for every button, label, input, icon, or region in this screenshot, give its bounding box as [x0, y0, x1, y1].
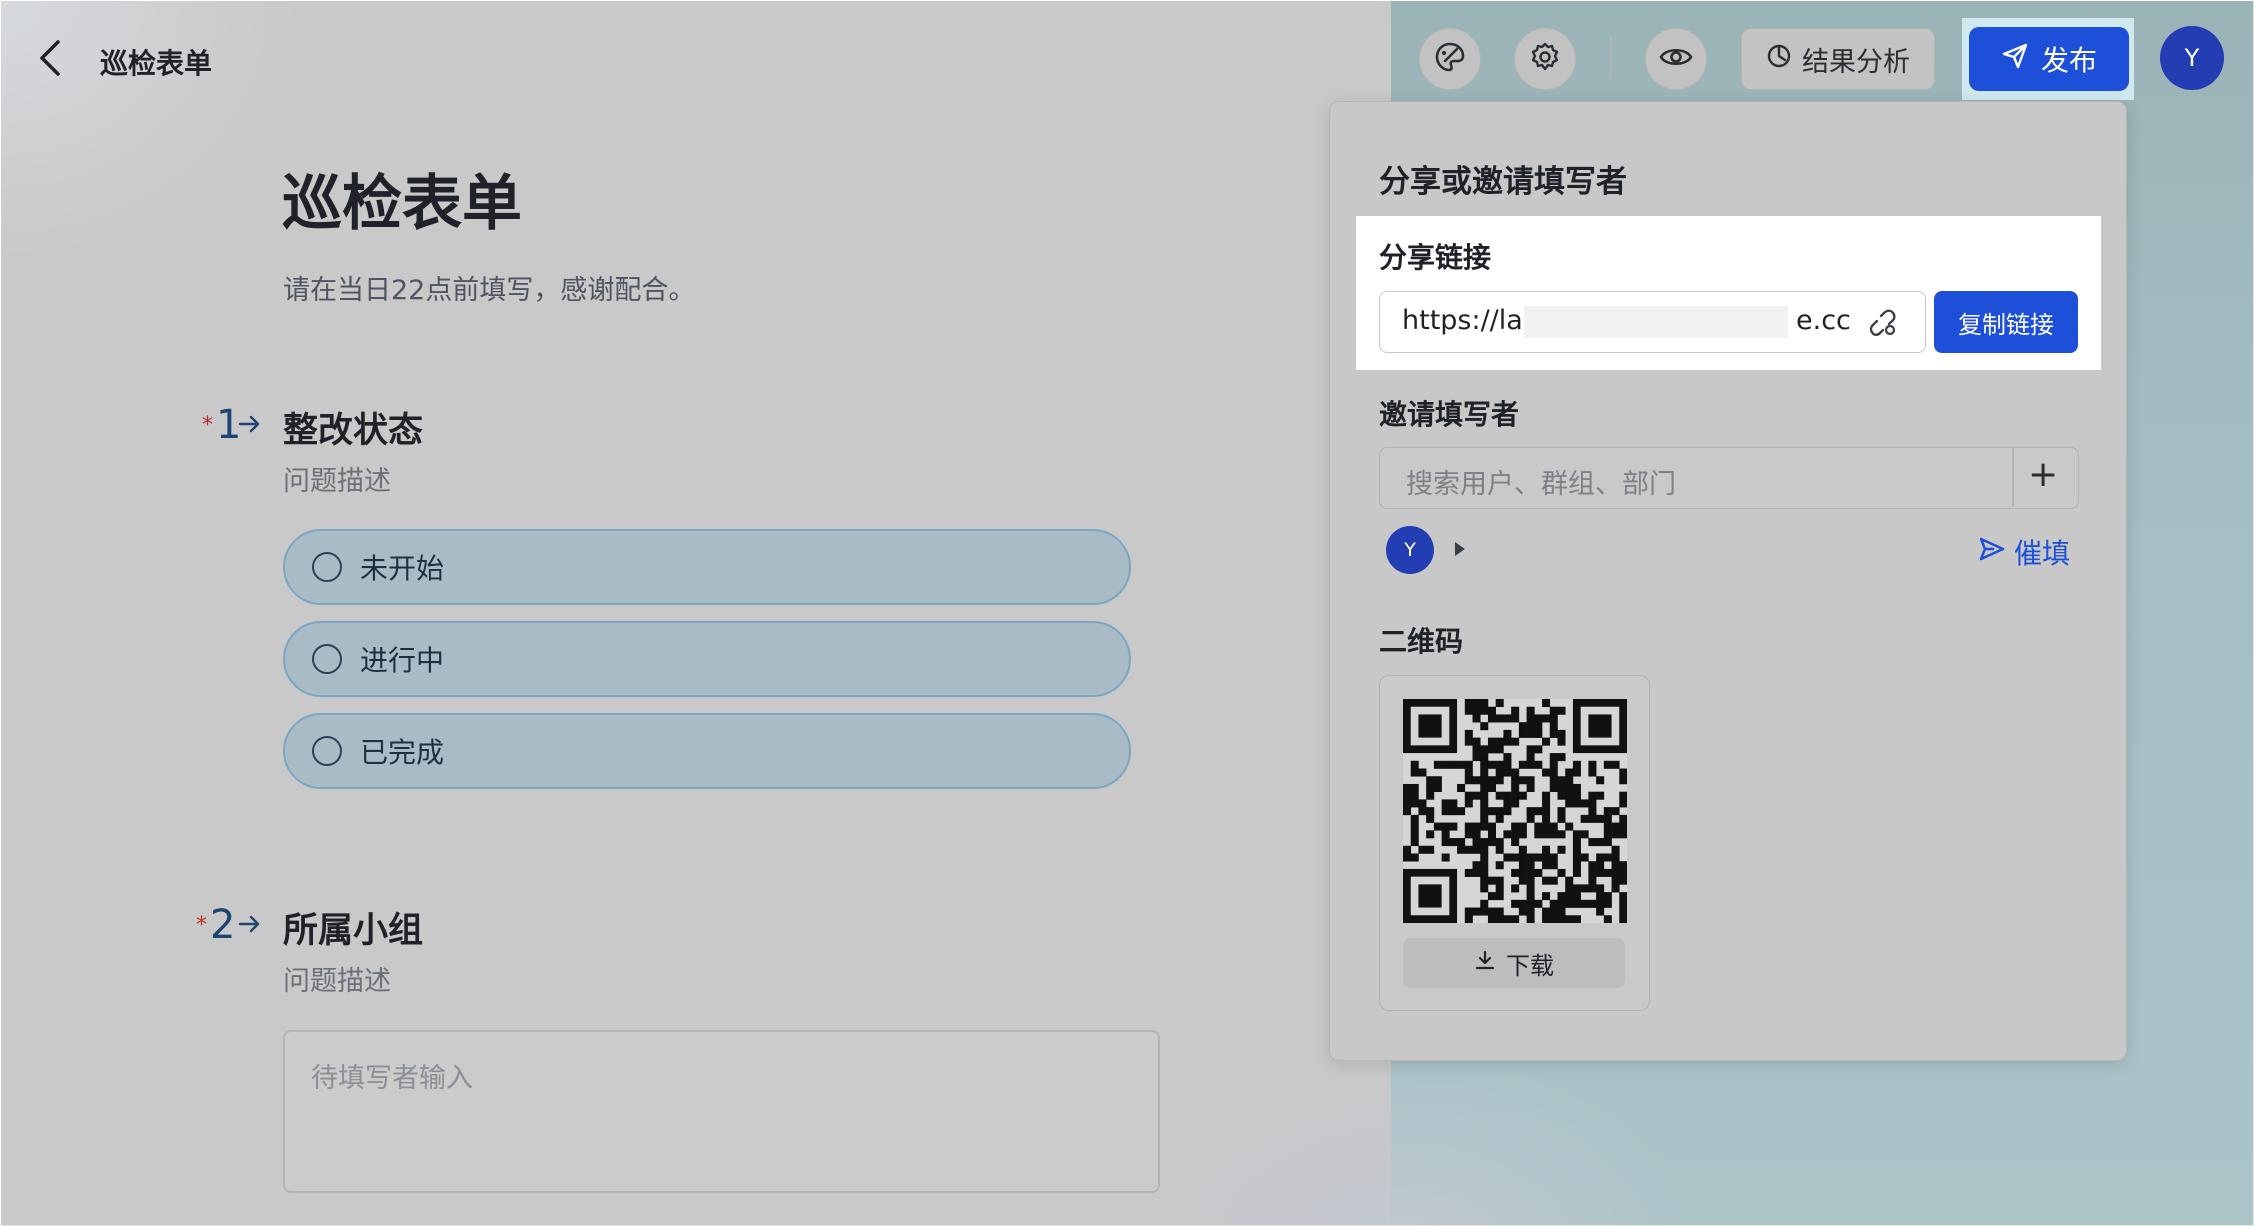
form-description: 请在当日22点前填写，感谢配合。 — [283, 275, 696, 306]
link-text-end: e.cc — [1796, 305, 1851, 336]
question-description: 问题描述 — [283, 466, 391, 497]
invite-label: 邀请填写者 — [1379, 398, 1520, 431]
question-title: 整改状态 — [283, 411, 424, 451]
required-star: * — [202, 413, 213, 438]
publish-label: 发布 — [2040, 44, 2097, 77]
share-panel-title: 分享或邀请填写者 — [1379, 164, 1627, 200]
option-in-progress[interactable]: 进行中 — [283, 621, 1131, 697]
result-analysis-label: 结果分析 — [1802, 46, 1910, 78]
question-description: 问题描述 — [283, 966, 391, 997]
preview-button[interactable] — [1645, 28, 1707, 90]
download-label: 下载 — [1506, 951, 1554, 980]
arrow-right-icon — [238, 914, 262, 938]
invite-search-field[interactable]: 搜索用户、群组、部门 + — [1379, 447, 2079, 509]
option-label: 已完成 — [360, 736, 445, 769]
option-label: 未开始 — [360, 552, 445, 585]
add-invitee-button[interactable]: + — [2028, 454, 2058, 495]
question-number: 2 — [210, 902, 236, 948]
qr-code-image — [1403, 699, 1627, 923]
option-label: 进行中 — [360, 644, 445, 677]
send-icon — [2001, 42, 2029, 77]
share-link-label: 分享链接 — [1379, 241, 1492, 274]
user-avatar[interactable]: Y — [2160, 26, 2224, 90]
question-title: 所属小组 — [283, 911, 424, 951]
settings-button[interactable] — [1514, 28, 1576, 90]
app-title: 巡检表单 — [100, 47, 213, 80]
copy-link-button[interactable]: 复制链接 — [1934, 291, 2078, 353]
remind-button[interactable]: 催填 — [1978, 532, 2070, 572]
download-icon — [1474, 949, 1496, 977]
answer-textarea[interactable]: 待填写者输入 — [283, 1030, 1160, 1193]
radio-icon — [312, 644, 342, 674]
theme-button[interactable] — [1419, 28, 1481, 90]
arrow-right-icon — [238, 414, 262, 438]
palette-icon — [1433, 40, 1467, 78]
send-icon — [1978, 535, 2006, 570]
textarea-placeholder: 待填写者输入 — [311, 1063, 473, 1094]
link-settings-icon[interactable] — [1869, 308, 1899, 342]
form-title: 巡检表单 — [282, 169, 522, 239]
invite-search-placeholder: 搜索用户、群组、部门 — [1406, 469, 1676, 500]
analysis-icon — [1766, 43, 1792, 76]
link-redacted — [1524, 306, 1788, 338]
share-link-field[interactable]: https://lar e.cc — [1379, 291, 1926, 353]
radio-icon — [312, 736, 342, 766]
radio-icon — [312, 552, 342, 582]
option-not-started[interactable]: 未开始 — [283, 529, 1131, 605]
link-text-start: https://lar — [1402, 305, 1534, 336]
gear-icon — [1529, 41, 1561, 77]
remind-label: 催填 — [2014, 537, 2071, 570]
toolbar-divider — [1610, 37, 1612, 77]
publish-button[interactable]: 发布 — [1969, 27, 2129, 91]
invitee-avatar[interactable]: Y — [1386, 526, 1434, 574]
download-button[interactable]: 下载 — [1403, 938, 1625, 988]
option-completed[interactable]: 已完成 — [283, 713, 1131, 789]
caret-right-icon[interactable] — [1453, 540, 1467, 562]
eye-icon — [1659, 44, 1693, 74]
qr-code-label: 二维码 — [1379, 625, 1464, 658]
result-analysis-button[interactable]: 结果分析 — [1741, 28, 1935, 90]
back-icon[interactable] — [34, 38, 68, 78]
required-star: * — [196, 913, 207, 938]
